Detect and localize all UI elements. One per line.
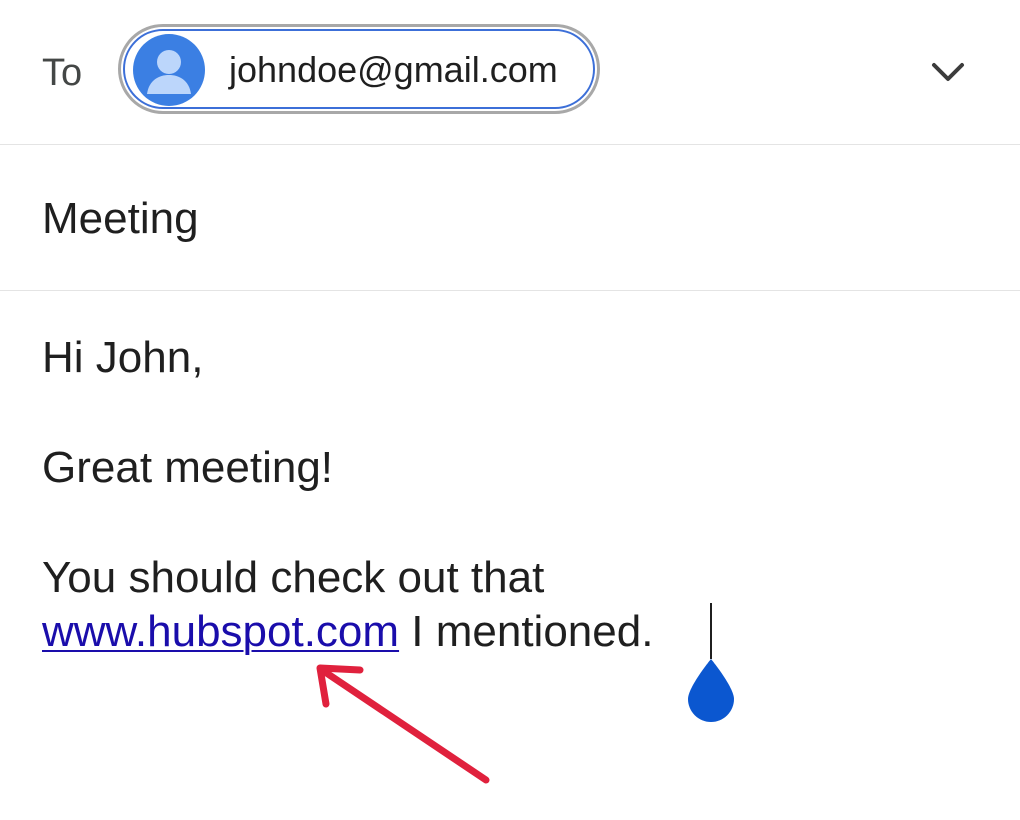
hubspot-link[interactable]: www.hubspot.com — [42, 607, 399, 656]
subject-input[interactable]: Meeting — [42, 193, 199, 245]
body-greeting: Hi John, — [42, 333, 204, 382]
body-line-mentioned: I mentioned. — [399, 607, 654, 656]
annotation-arrow-icon — [316, 664, 490, 784]
to-label: To — [42, 52, 83, 94]
to-field-row[interactable]: To johndoe@gmail.com — [0, 0, 1020, 145]
email-compose-screen: To johndoe@gmail.com Meeting Hi John, Gr… — [0, 0, 1020, 820]
chevron-down-icon — [932, 63, 964, 81]
avatar-icon — [133, 34, 205, 106]
recipient-email: johndoe@gmail.com — [229, 49, 558, 90]
subject-field-row[interactable]: Meeting — [0, 145, 1020, 291]
message-body[interactable]: Hi John, Great meeting! You should check… — [0, 291, 1020, 820]
body-line-great-meeting: Great meeting! — [42, 443, 334, 492]
body-line-check-out: You should check out that — [42, 553, 545, 602]
recipient-chip[interactable]: johndoe@gmail.com — [118, 24, 600, 114]
expand-recipients-button[interactable] — [920, 44, 976, 100]
cursor-handle-icon[interactable] — [684, 657, 738, 723]
text-cursor — [710, 603, 712, 659]
